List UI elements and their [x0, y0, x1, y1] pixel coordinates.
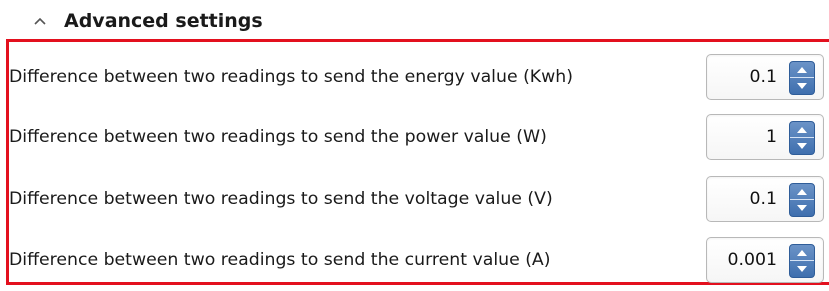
voltage-stepper[interactable]: [706, 176, 824, 222]
arrow-down-icon: [797, 143, 807, 149]
increment-button[interactable]: [790, 184, 814, 200]
setting-row-voltage: Difference between two readings to send …: [9, 176, 829, 222]
increment-button[interactable]: [790, 122, 814, 138]
power-stepper[interactable]: [706, 114, 824, 160]
current-value-input[interactable]: [709, 249, 779, 271]
decrement-button[interactable]: [790, 261, 814, 277]
setting-label-current: Difference between two readings to send …: [9, 250, 551, 270]
spinner-buttons: [789, 121, 815, 155]
arrow-up-icon: [797, 126, 807, 133]
setting-label-voltage: Difference between two readings to send …: [9, 189, 553, 209]
setting-row-energy: Difference between two readings to send …: [9, 54, 829, 100]
advanced-settings-screen: Advanced settings Difference between two…: [0, 0, 829, 291]
setting-row-current: Difference between two readings to send …: [9, 237, 829, 283]
arrow-up-icon: [797, 249, 807, 256]
spinner-buttons: [789, 244, 815, 278]
energy-value-input[interactable]: [709, 66, 779, 88]
arrow-down-icon: [797, 266, 807, 272]
energy-stepper[interactable]: [706, 54, 824, 100]
arrow-up-icon: [797, 188, 807, 195]
setting-label-energy: Difference between two readings to send …: [9, 67, 573, 87]
increment-button[interactable]: [790, 62, 814, 78]
power-value-input[interactable]: [709, 126, 779, 148]
setting-row-power: Difference between two readings to send …: [9, 114, 829, 160]
current-stepper[interactable]: [706, 237, 824, 283]
arrow-up-icon: [797, 66, 807, 73]
chevron-up-icon[interactable]: [32, 13, 48, 29]
setting-label-power: Difference between two readings to send …: [9, 127, 547, 147]
increment-button[interactable]: [790, 245, 814, 261]
spinner-buttons: [789, 61, 815, 95]
arrow-down-icon: [797, 205, 807, 211]
arrow-down-icon: [797, 83, 807, 89]
section-title: Advanced settings: [64, 10, 263, 32]
decrement-button[interactable]: [790, 200, 814, 216]
spinner-buttons: [789, 183, 815, 217]
decrement-button[interactable]: [790, 78, 814, 94]
decrement-button[interactable]: [790, 138, 814, 154]
advanced-settings-header[interactable]: Advanced settings: [32, 4, 263, 38]
voltage-value-input[interactable]: [709, 188, 779, 210]
